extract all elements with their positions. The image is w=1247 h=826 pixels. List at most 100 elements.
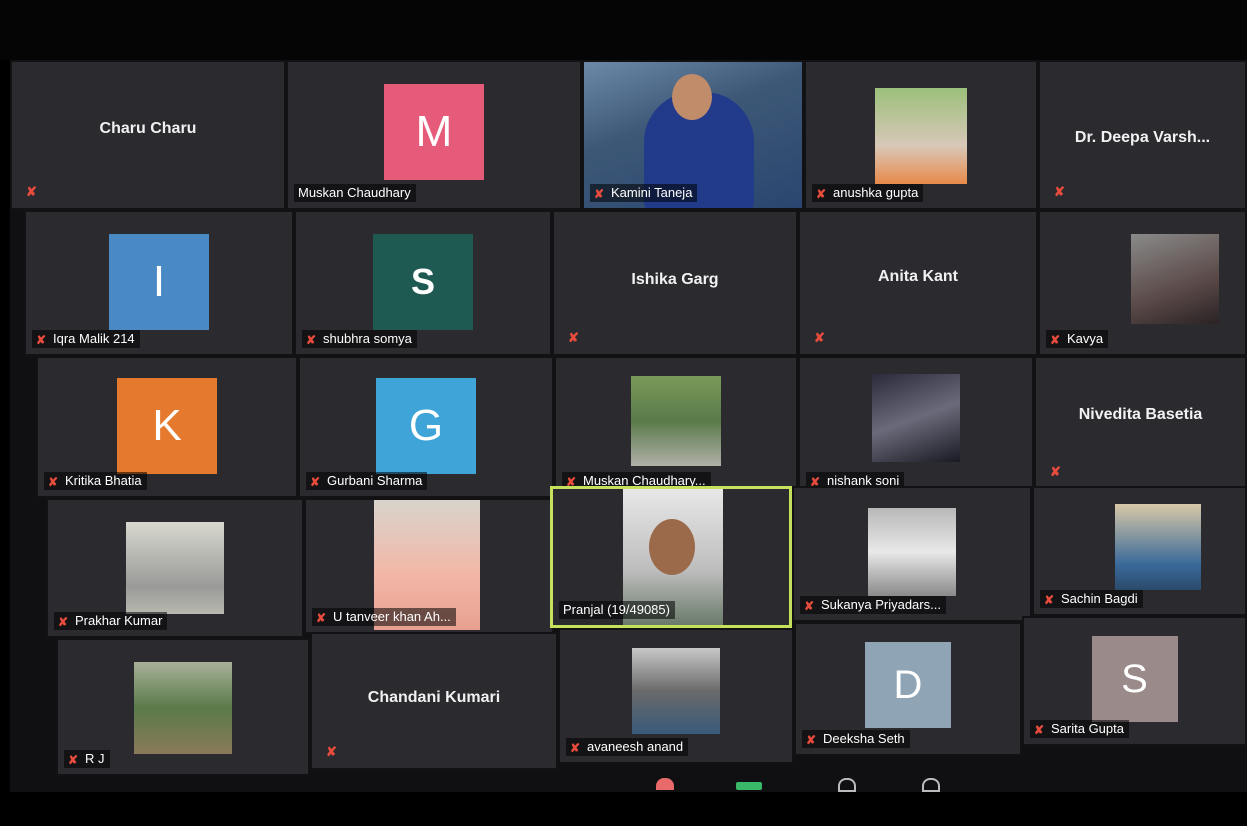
participant-tile-kritika-bhatia[interactable]: K ✘ Kritika Bhatia <box>36 356 298 498</box>
participant-tile-muskan-chaudhary-2[interactable]: ✘ Muskan Chaudhary... <box>554 356 798 498</box>
participant-label: Muskan Chaudhary <box>294 184 416 202</box>
participant-label: ✘ U tanveer khan Ah... <box>312 608 456 626</box>
avatar: G <box>376 378 476 474</box>
participant-name: Prakhar Kumar <box>75 613 163 628</box>
participant-tile-muskan-chaudhary[interactable]: M Muskan Chaudhary <box>286 60 582 210</box>
participant-tile-nivedita-basetia[interactable]: Nivedita Basetia ✘ <box>1034 356 1247 490</box>
share-screen-icon[interactable] <box>736 782 762 790</box>
participant-label: ✘ Kamini Taneja <box>590 184 698 202</box>
participant-name: Chandani Kumari <box>367 689 501 707</box>
participant-tile-u-tanveer-khan[interactable]: ✘ U tanveer khan Ah... <box>304 498 554 634</box>
mic-muted-icon: ✘ <box>48 475 59 489</box>
participant-tile-kavya[interactable]: ✘ Kavya <box>1038 210 1247 356</box>
participant-name: Dr. Deepa Varsh... <box>1074 128 1211 146</box>
profile-photo <box>134 662 232 754</box>
person-head <box>672 74 712 120</box>
participant-name: R J <box>85 751 105 766</box>
profile-photo <box>632 648 720 734</box>
participant-tile-anushka-gupta[interactable]: ✘ anushka gupta <box>804 60 1038 210</box>
gallery-grid: Charu Charu ✘ M Muskan Chaudhary ✘ Kamini… <box>10 60 1247 792</box>
reaction-icon[interactable] <box>656 778 674 790</box>
mic-muted-icon: ✘ <box>58 615 69 629</box>
participant-name: Pranjal (19/49085) <box>563 602 670 617</box>
top-black-bar <box>0 0 1247 60</box>
mic-muted-icon: ✘ <box>26 184 37 199</box>
mic-muted-icon: ✘ <box>570 741 581 755</box>
mic-muted-icon: ✘ <box>68 753 79 767</box>
mic-muted-icon: ✘ <box>310 475 321 489</box>
participant-tile-prakhar-kumar[interactable]: ✘ Prakhar Kumar <box>46 498 304 638</box>
mic-muted-icon: ✘ <box>814 330 825 345</box>
participant-name: Kavya <box>1067 331 1104 346</box>
participant-tile-avaneesh-anand[interactable]: ✘ avaneesh anand <box>558 628 794 764</box>
record-icon[interactable] <box>838 778 856 792</box>
participant-label: ✘ Gurbani Sharma <box>306 472 428 490</box>
mic-muted-icon: ✘ <box>806 733 817 747</box>
participant-name: U tanveer khan Ah... <box>333 609 451 624</box>
participant-label: ✘ Sukanya Priyadars... <box>800 596 946 614</box>
participant-name: Muskan Chaudhary <box>298 185 411 200</box>
participant-label: ✘Sarita GuptaDeeksha Seth <box>802 730 910 748</box>
participant-tile-anita-kant[interactable]: Anita Kant ✘ <box>798 210 1038 356</box>
mic-muted-icon: ✘ <box>36 333 47 347</box>
avatar: S <box>1091 636 1178 722</box>
participant-tile-ishika-garg[interactable]: Ishika Garg ✘ <box>552 210 798 356</box>
mic-muted-icon: ✘ <box>804 599 815 613</box>
participant-tile-r-j[interactable]: ✘ R J <box>56 638 310 776</box>
avatar: I <box>109 234 209 330</box>
participant-tile-nishank-soni[interactable]: ✘ nishank soni <box>798 356 1034 498</box>
mic-muted-icon: ✘ <box>568 330 579 345</box>
mic-muted-icon: ✘ <box>594 187 605 201</box>
mic-muted-icon: ✘ <box>326 744 337 759</box>
participant-tile-iqra-malik[interactable]: I ✘ Iqra Malik 214 <box>24 210 294 356</box>
participant-tile-shubhra-somya[interactable]: S ✘ shubhra somya <box>294 210 552 356</box>
participant-name: Charu Charu <box>99 120 197 138</box>
bottom-black-bar <box>0 792 1247 826</box>
profile-photo <box>1131 234 1219 324</box>
mic-muted-icon: ✘ <box>1034 723 1045 737</box>
person-head <box>649 519 695 575</box>
mic-muted-icon: ✘ <box>1054 184 1065 199</box>
participant-name: Sarita Gupta <box>1051 721 1124 736</box>
mic-muted-icon: ✘ <box>1050 464 1061 479</box>
participant-tile-sachin-bagdi[interactable]: ✘ Sachin Bagdi <box>1032 486 1247 616</box>
participant-tile-sarita-gupta[interactable]: S ✘ Sarita Gupta <box>1022 616 1247 746</box>
participant-label: ✘ Sarita Gupta <box>1030 720 1129 738</box>
participant-label: ✘ avaneesh anand <box>566 738 689 756</box>
participant-tile-charu-charu[interactable]: Charu Charu ✘ <box>10 60 286 210</box>
avatar: K <box>117 378 217 474</box>
participant-tile-deeksha-seth[interactable]: D ✘Sarita GuptaDeeksha Seth <box>794 622 1022 756</box>
participant-tile-gurbani-sharma[interactable]: G ✘ Gurbani Sharma <box>298 356 554 498</box>
participant-name: Iqra Malik 214 <box>53 331 135 346</box>
participant-name: avaneesh anand <box>587 739 684 754</box>
participant-label: ✘ anushka gupta <box>812 184 924 202</box>
participant-name: Sukanya Priyadars... <box>821 597 941 612</box>
participant-tile-pranjal-active[interactable]: Pranjal (19/49085) <box>550 486 792 628</box>
participant-tile-kamini-taneja[interactable]: ✘ Kamini Taneja <box>582 60 804 210</box>
participant-name: Gurbani Sharma <box>327 473 423 488</box>
meeting-toolbar <box>0 772 1247 792</box>
profile-photo <box>126 522 224 614</box>
participant-name: Ishika Garg <box>631 271 719 289</box>
participant-label: ✘ Prakhar Kumar <box>54 612 168 630</box>
participant-name: Kamini Taneja <box>611 185 693 200</box>
mic-muted-icon: ✘ <box>316 611 327 625</box>
mic-muted-icon: ✘ <box>306 333 317 347</box>
participant-name: anushka gupta <box>833 185 919 200</box>
profile-photo <box>1115 504 1201 590</box>
add-participant-icon[interactable] <box>922 778 940 792</box>
participant-tile-sukanya[interactable]: ✘ Sukanya Priyadars... <box>792 486 1032 622</box>
participant-name: Sachin Bagdi <box>1061 591 1138 606</box>
participant-label: ✘ Kritika Bhatia <box>44 472 147 490</box>
avatar: S <box>373 234 473 330</box>
participant-name-deeksha: Deeksha Seth <box>823 731 905 746</box>
participant-label: ✘ shubhra somya <box>302 330 417 348</box>
participant-label: ✘ Sachin Bagdi <box>1040 590 1143 608</box>
avatar: D <box>865 642 951 728</box>
mic-muted-icon: ✘ <box>1050 333 1061 347</box>
profile-photo <box>875 88 967 184</box>
profile-photo <box>868 508 956 596</box>
participant-tile-dr-deepa-varsh[interactable]: Dr. Deepa Varsh... ✘ <box>1038 60 1247 210</box>
mic-muted-icon: ✘ <box>816 187 827 201</box>
participant-tile-chandani-kumari[interactable]: Chandani Kumari ✘ <box>310 632 558 770</box>
